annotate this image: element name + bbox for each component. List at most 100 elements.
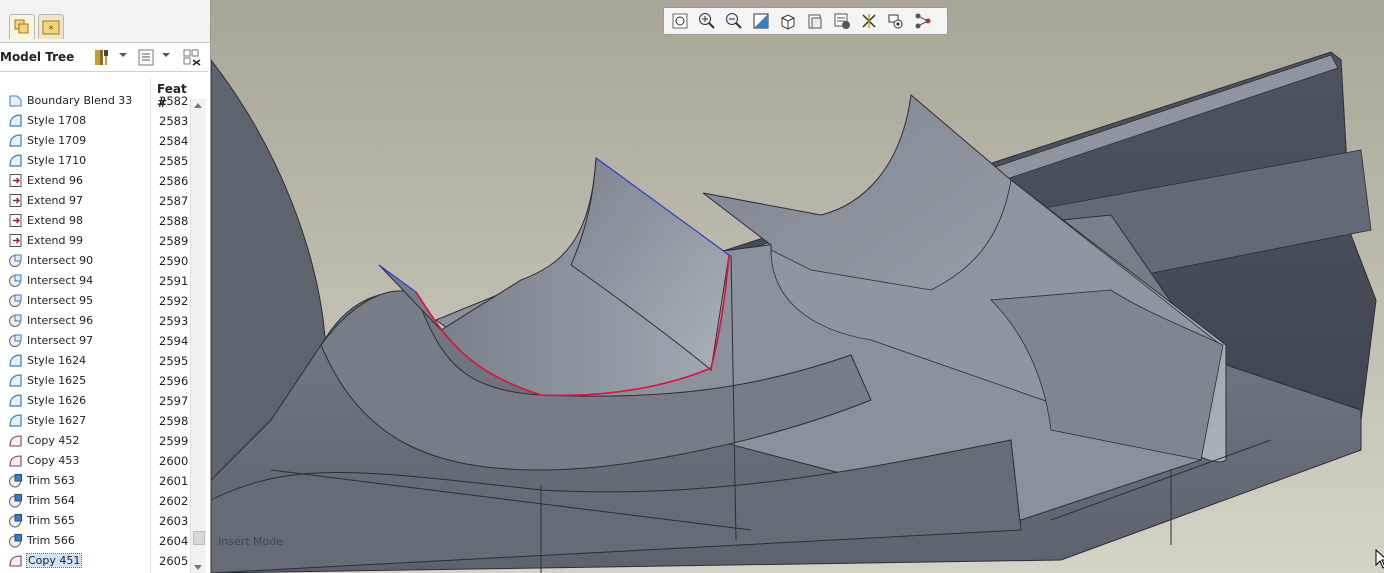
feature-number: 2586 [159, 174, 188, 188]
feature-name[interactable]: Extend 99 [27, 234, 83, 247]
tree-row[interactable]: Intersect 96 2593 [0, 311, 188, 331]
style-feature-icon [8, 373, 23, 388]
tree-row[interactable]: Extend 97 2587 [0, 191, 188, 211]
feature-name[interactable]: Style 1709 [27, 134, 86, 147]
feature-name[interactable]: Intersect 97 [27, 334, 93, 347]
tree-row[interactable]: Trim 566 2604 [0, 531, 188, 551]
feature-name[interactable]: Copy 452 [27, 434, 79, 447]
tree-scrollbar[interactable] [190, 99, 206, 573]
trim-icon [8, 513, 23, 528]
zoom-in-icon[interactable] [697, 11, 717, 31]
tree-row[interactable]: Intersect 97 2594 [0, 331, 188, 351]
zoom-out-icon[interactable] [724, 11, 744, 31]
mode-indicator: Insert Mode [218, 535, 284, 548]
graphics-viewport[interactable]: Insert Mode [210, 0, 1384, 573]
feature-name[interactable]: Style 1626 [27, 394, 86, 407]
feature-name[interactable]: Intersect 94 [27, 274, 93, 287]
tree-row[interactable]: Intersect 90 2590 [0, 251, 188, 271]
boundary-blend-icon [8, 93, 23, 108]
feature-name[interactable]: Extend 97 [27, 194, 83, 207]
feature-name[interactable]: Trim 565 [27, 514, 75, 527]
feature-number: 2596 [159, 374, 188, 388]
feature-number: 2600 [159, 454, 188, 468]
tree-row[interactable]: Intersect 95 2592 [0, 291, 188, 311]
refit-icon[interactable] [670, 11, 690, 31]
layers-tab-icon[interactable] [9, 14, 35, 39]
display-style-icon[interactable] [778, 11, 798, 31]
tree-row[interactable]: Trim 563 2601 [0, 471, 188, 491]
extend-icon [8, 173, 23, 188]
tree-row[interactable]: Copy 451 2605 [0, 551, 188, 571]
tree-filter-icon[interactable] [182, 47, 202, 67]
feature-name[interactable]: Intersect 95 [27, 294, 93, 307]
columns-dropdown-icon[interactable] [162, 53, 170, 57]
feature-number: 2602 [159, 494, 188, 508]
saved-views-icon[interactable] [805, 11, 825, 31]
feature-number: 2591 [159, 274, 188, 288]
tree-columns-icon[interactable] [136, 47, 156, 67]
feature-name[interactable]: Style 1624 [27, 354, 86, 367]
tree-row[interactable]: Style 1708 2583 [0, 111, 188, 131]
feature-name[interactable]: Style 1708 [27, 114, 86, 127]
scroll-thumb[interactable] [193, 531, 205, 545]
tree-row[interactable]: Style 1625 2596 [0, 371, 188, 391]
feature-name[interactable]: Intersect 96 [27, 314, 93, 327]
extend-icon [8, 233, 23, 248]
favorites-tab-icon[interactable]: * [38, 14, 64, 39]
feature-name[interactable]: Intersect 90 [27, 254, 93, 267]
tree-row[interactable]: Style 1626 2597 [0, 391, 188, 411]
feature-number: 2601 [159, 474, 188, 488]
spin-center-icon[interactable] [913, 11, 933, 31]
trim-icon [8, 533, 23, 548]
repaint-icon[interactable] [751, 11, 771, 31]
tree-row[interactable]: Intersect 94 2591 [0, 271, 188, 291]
3d-model-view[interactable] [211, 0, 1384, 573]
tree-row[interactable]: Extend 99 2589 [0, 231, 188, 251]
view-manager-icon[interactable] [832, 11, 852, 31]
scroll-down-icon[interactable] [194, 565, 202, 570]
feature-number: 2603 [159, 514, 188, 528]
tree-row[interactable]: Style 1627 2598 [0, 411, 188, 431]
tree-row[interactable]: Extend 98 2588 [0, 211, 188, 231]
svg-text:*: * [49, 25, 54, 35]
feature-name[interactable]: Trim 566 [27, 534, 75, 547]
feature-name[interactable]: Style 1625 [27, 374, 86, 387]
feature-name[interactable]: Trim 563 [27, 474, 75, 487]
feature-name[interactable]: Style 1627 [27, 414, 86, 427]
tree-row[interactable]: Extend 96 2586 [0, 171, 188, 191]
style-feature-icon [8, 113, 23, 128]
scroll-up-icon[interactable] [194, 103, 202, 108]
feature-number: 2594 [159, 334, 188, 348]
feature-number: 2604 [159, 534, 188, 548]
feature-name[interactable]: Extend 98 [27, 214, 83, 227]
annotation-display-icon[interactable] [886, 11, 906, 31]
feature-number: 2592 [159, 294, 188, 308]
tree-row[interactable]: Trim 564 2602 [0, 491, 188, 511]
feature-name[interactable]: Trim 564 [27, 494, 75, 507]
tree-row[interactable]: Style 1709 2584 [0, 131, 188, 151]
tree-row[interactable]: Copy 452 2599 [0, 431, 188, 451]
feature-number: 2598 [159, 414, 188, 428]
view-toolbar [663, 7, 948, 35]
tools-hammer-icon[interactable] [92, 47, 112, 67]
feature-name[interactable]: Style 1710 [27, 154, 86, 167]
trim-icon [8, 473, 23, 488]
intersect-icon [8, 253, 23, 268]
tools-dropdown-icon[interactable] [119, 53, 127, 57]
datum-display-icon[interactable] [859, 11, 879, 31]
feature-number: 2597 [159, 394, 188, 408]
feature-number: 2582 [159, 94, 188, 108]
feature-name[interactable]: Extend 96 [27, 174, 83, 187]
tree-row[interactable]: Copy 453 2600 [0, 451, 188, 471]
tree-row[interactable]: Style 1710 2585 [0, 151, 188, 171]
feature-number: 2589 [159, 234, 188, 248]
feature-name[interactable]: Copy 453 [27, 454, 79, 467]
feature-name[interactable]: Boundary Blend 33 [27, 94, 132, 107]
tree-row[interactable]: Style 1624 2595 [0, 351, 188, 371]
tree-row[interactable]: Boundary Blend 33 2582 [0, 91, 188, 111]
tree-row[interactable]: Trim 565 2603 [0, 511, 188, 531]
extend-icon [8, 213, 23, 228]
feature-name[interactable]: Copy 451 [25, 553, 83, 568]
feature-number: 2599 [159, 434, 188, 448]
style-feature-icon [8, 353, 23, 368]
